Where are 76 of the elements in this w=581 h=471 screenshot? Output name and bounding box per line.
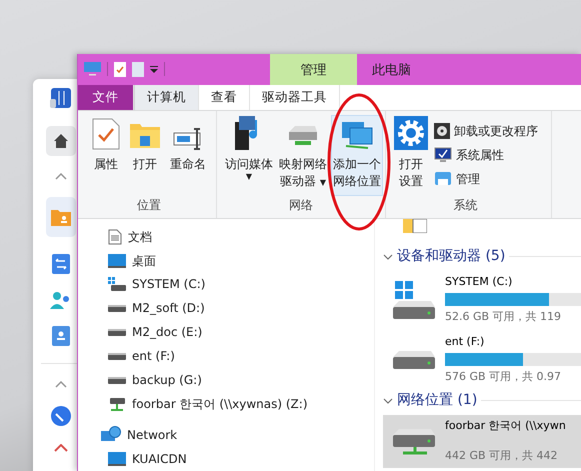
settings-icon (394, 116, 428, 150)
chevron-up-icon[interactable] (55, 381, 67, 388)
nav-item[interactable]: SYSTEM (C:) (78, 272, 374, 296)
section-header[interactable]: 网络位置 (1) (397, 390, 478, 412)
drive-icon (108, 303, 126, 314)
ribbon-button[interactable]: 属性 (90, 114, 122, 196)
ribbon-button[interactable]: 管理 (432, 166, 540, 191)
monitor-check-icon (434, 146, 452, 163)
caret-icon: ▼ (320, 178, 326, 187)
free-space-text: 442 GB 可用，共 442 (445, 448, 559, 464)
windows-drive-icon (108, 277, 126, 292)
context-tab-label: 管理 (270, 54, 357, 85)
file-menu-tab[interactable]: 文件 (78, 84, 134, 110)
drive-name: foorbar 한국어 (\\xywn (445, 418, 566, 434)
chevron-up-icon[interactable] (55, 173, 67, 180)
free-space-text: 576 GB 可用，共 0.97 (445, 369, 562, 386)
group-label: 网络 (288, 196, 314, 214)
desktop-icon (108, 254, 126, 268)
nav-item[interactable]: M2_soft (D:) (78, 296, 374, 320)
home-button[interactable] (46, 126, 76, 156)
user-folder-button[interactable] (46, 197, 76, 237)
caret-icon: ▼ (246, 172, 252, 181)
drive-icon (391, 350, 437, 370)
nav-item[interactable]: 桌面 (78, 248, 374, 273)
drive-icon (108, 374, 126, 385)
chevron-icon[interactable] (383, 254, 393, 260)
exchange-icon[interactable] (52, 254, 70, 274)
ribbon-button[interactable]: 系统属性 (432, 142, 540, 167)
folder-icon (130, 122, 160, 150)
group-label: 系统 (452, 196, 478, 214)
user-folder-icon (51, 208, 71, 226)
nav-item[interactable]: KUAICDN (78, 447, 374, 471)
nav-item[interactable]: Network (78, 423, 374, 448)
ribbon-button[interactable]: 卸载或更改程序 (432, 118, 540, 143)
free-space-text: 52.6 GB 可用，共 119 (445, 309, 562, 326)
dropdown-icon[interactable] (150, 65, 158, 74)
ribbon-button[interactable]: 访问媒体 ▼ (223, 114, 275, 196)
ribbon-button[interactable]: 重命名 (168, 114, 208, 196)
network-computers-icon (340, 120, 374, 150)
drive-icon (108, 327, 126, 338)
chevron-icon[interactable] (383, 398, 393, 404)
network-drive-icon (108, 396, 126, 412)
ribbon-tab[interactable]: 计算机 (134, 84, 199, 110)
drive-icon (108, 350, 126, 361)
drive-item[interactable]: SYSTEM (C:) 52.6 GB 可用，共 119 (383, 270, 581, 329)
drive-item[interactable]: ent (F:) 576 GB 可用，共 0.97 (383, 330, 581, 389)
home-icon (53, 133, 69, 149)
nav-item[interactable]: foorbar 한국어 (\\xywnas) (Z:) (78, 392, 374, 416)
disc-box-icon (434, 122, 450, 139)
people-icon[interactable] (50, 291, 72, 309)
document-icon (108, 228, 122, 245)
nav-item[interactable]: 文档 (78, 224, 374, 249)
monitor-icon[interactable] (84, 62, 101, 76)
drive-name: ent (F:) (445, 334, 486, 350)
nav-item[interactable]: M2_doc (E:) (78, 320, 374, 344)
network-drive-icon (391, 428, 437, 455)
section-header[interactable]: 设备和驱动器 (5) (397, 246, 506, 268)
properties-icon (92, 118, 120, 150)
window-title: 此电脑 (371, 62, 412, 80)
windows-drive-icon (391, 279, 437, 320)
ribbon-button[interactable]: 映射网络 驱动器 ▼ (277, 114, 329, 196)
chevron-up-icon[interactable] (54, 444, 68, 452)
group-label: 位置 (136, 196, 162, 214)
app-icon[interactable] (50, 87, 72, 109)
checked-document-icon[interactable] (114, 62, 126, 77)
blank-document-icon[interactable] (132, 62, 144, 77)
desktop-icon (108, 452, 126, 466)
contact-icon[interactable] (52, 326, 70, 346)
ribbon-button[interactable]: 添加一个 网络位置 (331, 114, 383, 196)
drive-name: SYSTEM (C:) (445, 274, 514, 290)
ribbon-button[interactable]: 打开 (128, 114, 162, 196)
rename-icon (173, 128, 203, 150)
nav-item[interactable]: ent (F:) (78, 344, 374, 368)
ribbon-button[interactable]: 打开 设置 (392, 114, 430, 196)
drive-item[interactable]: foorbar 한국어 (\\xywn 442 GB 可用，共 442 (383, 414, 581, 468)
nav-item[interactable]: backup (G:) (78, 368, 374, 392)
